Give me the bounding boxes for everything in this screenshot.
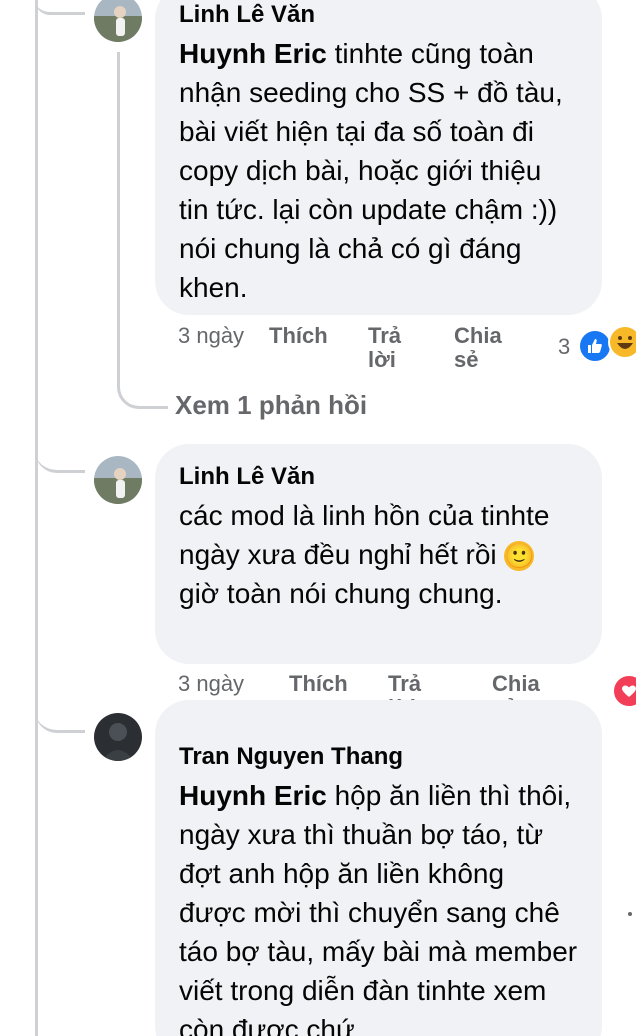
comment-author[interactable]: Linh Lê Văn	[179, 462, 578, 492]
love-icon	[612, 674, 636, 708]
thread-branch	[35, 700, 85, 733]
comment-thread: Linh Lê Văn Huynh Eric tinhte cũng toàn …	[0, 0, 636, 1036]
like-action[interactable]: Thích	[289, 672, 348, 696]
comment-text: Huynh Eric tinhte cũng toàn nhận seeding…	[179, 34, 578, 307]
comment-actions: 3 ngày Thích Trả lời Chia sẻ	[178, 324, 598, 374]
comment-text: Huynh Eric hộp ăn liền thì thôi, ngày xư…	[179, 776, 578, 1036]
reply-action[interactable]: Trả lời	[368, 324, 428, 372]
comment-bubble: Linh Lê Văn Huynh Eric tinhte cũng toàn …	[155, 0, 602, 315]
view-replies-link[interactable]: Xem 1 phản hồi	[175, 390, 367, 421]
haha-icon	[608, 325, 636, 359]
thread-branch	[35, 0, 85, 15]
avatar[interactable]	[94, 713, 142, 761]
comment-body: tinhte cũng toàn nhận seeding cho SS + đ…	[179, 38, 563, 303]
comment-body-continued: giờ toàn nói chung chung.	[179, 578, 503, 609]
comment-body: các mod là linh hồn của tinhte ngày xưa …	[179, 500, 550, 570]
avatar[interactable]	[94, 0, 142, 42]
mention-link[interactable]: Huynh Eric	[179, 38, 327, 69]
smile-emoji-icon: 🙂	[504, 541, 535, 571]
comment-text: các mod là linh hồn của tinhte ngày xưa …	[179, 496, 578, 613]
avatar-photo-icon	[94, 713, 142, 761]
comment-bubble: Tran Nguyen Thang Huynh Eric hộp ăn liền…	[155, 700, 602, 1036]
comment-time[interactable]: 3 ngày	[178, 324, 248, 348]
avatar-photo-icon	[94, 0, 142, 42]
comment-bubble: Linh Lê Văn các mod là linh hồn của tinh…	[155, 444, 602, 664]
avatar-photo-icon	[94, 456, 142, 504]
thread-line-outer	[35, 0, 38, 1036]
avatar[interactable]	[94, 456, 142, 504]
thread-branch	[35, 440, 85, 473]
mention-link[interactable]: Huynh Eric	[179, 780, 327, 811]
reaction-count[interactable]: 3	[558, 334, 570, 360]
like-icon	[578, 329, 612, 363]
more-options-dot-icon[interactable]	[628, 912, 632, 916]
like-action[interactable]: Thích	[269, 324, 328, 348]
comment-author[interactable]: Tran Nguyen Thang	[179, 742, 578, 772]
comment-body: hộp ăn liền thì thôi, ngày xưa thì thuần…	[179, 780, 578, 1036]
comment-author[interactable]: Linh Lê Văn	[179, 0, 578, 30]
comment-time[interactable]: 3 ngày	[178, 672, 248, 696]
share-action[interactable]: Chia sẻ	[454, 324, 514, 372]
